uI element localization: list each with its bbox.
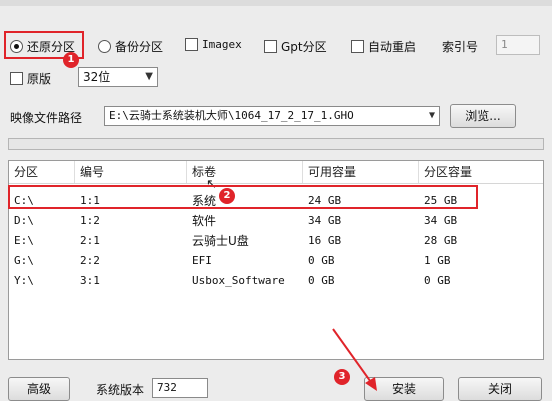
imagex-label: Imagex bbox=[202, 38, 242, 51]
cell-size: 34 GB bbox=[424, 214, 458, 227]
step-badge-1: 1 bbox=[63, 52, 79, 68]
cell-number: 3:1 bbox=[80, 274, 100, 287]
highlight-box-step2 bbox=[8, 185, 478, 209]
column-header-partition[interactable]: 分区 bbox=[9, 161, 75, 183]
radio-icon bbox=[98, 40, 111, 53]
cell-size: 28 GB bbox=[424, 234, 458, 247]
arrow-icon bbox=[332, 328, 377, 391]
backup-partition-radio[interactable]: 备份分区 bbox=[98, 38, 163, 55]
index-label: 索引号 bbox=[442, 38, 478, 55]
image-path-value: E:\云骑士系统装机大师\1064_17_2_17_1.GHO bbox=[109, 109, 354, 122]
column-header-free[interactable]: 可用容量 bbox=[303, 161, 419, 183]
column-header-volume[interactable]: 标卷 bbox=[187, 161, 303, 183]
cell-number: 2:2 bbox=[80, 254, 100, 267]
cell-free: 0 GB bbox=[308, 274, 335, 287]
table-row[interactable]: G:\ 2:2 EFI 0 GB 1 GB bbox=[9, 251, 543, 271]
bitness-value: 32位 bbox=[83, 70, 111, 84]
column-header-number[interactable]: 编号 bbox=[75, 161, 187, 183]
cell-size: 1 GB bbox=[424, 254, 451, 267]
table-row[interactable]: E:\ 2:1 云骑士U盘 16 GB 28 GB bbox=[9, 231, 543, 251]
cell-volume: 云骑士U盘 bbox=[192, 234, 249, 248]
index-label-text: 索引号 bbox=[442, 40, 479, 54]
checkbox-icon bbox=[264, 40, 277, 53]
auto-restart-checkbox[interactable]: 自动重启 bbox=[351, 38, 416, 55]
bitness-select[interactable]: 32位 ▼ bbox=[78, 67, 158, 87]
auto-restart-label: 自动重启 bbox=[368, 40, 417, 54]
image-path-label-text: 映像文件路径 bbox=[10, 111, 83, 125]
cell-free: 34 GB bbox=[308, 214, 342, 227]
cell-free: 0 GB bbox=[308, 254, 335, 267]
checkbox-icon bbox=[185, 38, 198, 51]
cell-volume: EFI bbox=[192, 254, 212, 267]
image-path-label: 映像文件路径 bbox=[10, 109, 82, 126]
advanced-button[interactable]: 高级 bbox=[8, 377, 70, 401]
imagex-checkbox[interactable]: Imagex bbox=[185, 38, 242, 51]
step-badge-3: 3 bbox=[334, 369, 350, 385]
title-bar bbox=[0, 0, 552, 6]
table-row[interactable]: Y:\ 3:1 Usbox_Software 0 GB 0 GB bbox=[9, 271, 543, 291]
version-label-text: 系统版本 bbox=[96, 383, 145, 397]
table-header: 分区 编号 标卷 可用容量 分区容量 bbox=[9, 161, 543, 184]
step-badge-2: 2 bbox=[219, 188, 235, 204]
column-header-size[interactable]: 分区容量 bbox=[419, 161, 543, 183]
checkbox-icon bbox=[351, 40, 364, 53]
browse-button[interactable]: 浏览... bbox=[450, 104, 516, 128]
cell-size: 0 GB bbox=[424, 274, 451, 287]
original-checkbox[interactable]: 原版 bbox=[10, 70, 51, 87]
version-input[interactable]: 732 bbox=[152, 378, 208, 398]
chevron-down-icon: ▼ bbox=[428, 110, 435, 121]
table-row[interactable]: D:\ 1:2 软件 34 GB 34 GB bbox=[9, 211, 543, 231]
index-input[interactable]: 1 bbox=[496, 35, 540, 55]
image-path-select[interactable]: E:\云骑士系统装机大师\1064_17_2_17_1.GHO ▼ bbox=[104, 106, 440, 126]
cell-number: 2:1 bbox=[80, 234, 100, 247]
cell-partition: Y:\ bbox=[14, 274, 34, 287]
cell-free: 16 GB bbox=[308, 234, 342, 247]
chevron-down-icon: ▼ bbox=[145, 71, 153, 82]
version-label: 系统版本 bbox=[96, 381, 144, 398]
cell-partition: G:\ bbox=[14, 254, 34, 267]
original-label: 原版 bbox=[27, 72, 52, 86]
cell-partition: E:\ bbox=[14, 234, 34, 247]
progress-bar bbox=[8, 138, 544, 150]
close-button[interactable]: 关闭 bbox=[458, 377, 542, 401]
backup-partition-label: 备份分区 bbox=[115, 40, 164, 54]
checkbox-icon bbox=[10, 72, 23, 85]
cell-partition: D:\ bbox=[14, 214, 34, 227]
gpt-partition-label: Gpt分区 bbox=[281, 40, 327, 54]
cell-volume: 软件 bbox=[192, 214, 217, 228]
gpt-partition-checkbox[interactable]: Gpt分区 bbox=[264, 38, 327, 55]
cell-number: 1:2 bbox=[80, 214, 100, 227]
cell-volume: Usbox_Software bbox=[192, 274, 285, 287]
